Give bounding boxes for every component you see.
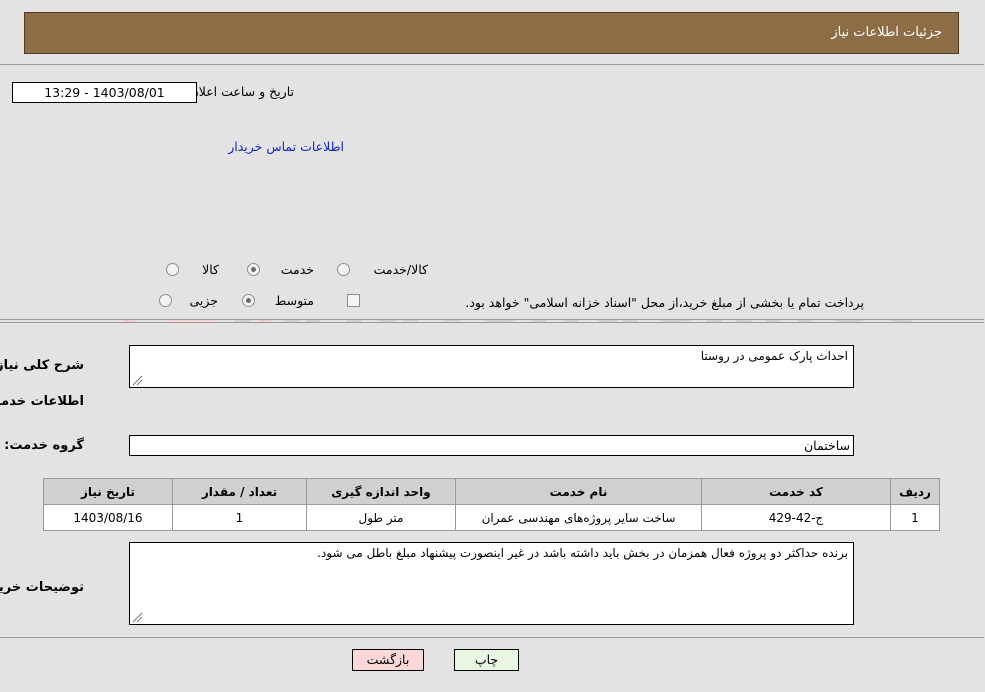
- service-group-label: گروه خدمت:: [5, 438, 85, 453]
- col-need-date: تاریخ نیاز: [44, 478, 174, 505]
- resize-handle-icon[interactable]: [133, 375, 144, 386]
- cell-index: 1: [891, 504, 941, 531]
- services-section-heading: اطلاعات خدمات مورد نیاز: [0, 394, 85, 409]
- print-button[interactable]: چاپ: [455, 649, 520, 671]
- col-unit: واحد اندازه گیری: [307, 478, 457, 505]
- announce-datetime-value: 13:29 - 1403/08/01: [13, 82, 198, 103]
- classification-option-kala-khedmat-label[interactable]: کالا/خدمت: [375, 262, 429, 277]
- radio-purchase-motevaset[interactable]: [243, 294, 256, 307]
- radio-classification-khedmat[interactable]: [248, 263, 261, 276]
- col-quantity: تعداد / مقدار: [173, 478, 308, 505]
- radio-classification-kala[interactable]: [167, 263, 180, 276]
- description-label: شرح کلی نیاز:: [0, 358, 85, 373]
- col-index: ردیف: [891, 478, 941, 505]
- back-button[interactable]: بازگشت: [353, 649, 425, 671]
- services-table: ردیف کد خدمت نام خدمت واحد اندازه گیری ت…: [44, 478, 941, 531]
- cell-quantity: 1: [173, 504, 308, 531]
- footer-bar: چاپ بازگشت: [0, 637, 985, 692]
- buyer-notes-label: توضیحات خریدار:: [0, 580, 85, 595]
- radio-classification-kala-khedmat[interactable]: [338, 263, 351, 276]
- description-value: احداث پارک عمومی در روستا: [701, 349, 849, 363]
- cell-unit: متر طول: [307, 504, 457, 531]
- col-code: کد خدمت: [702, 478, 892, 505]
- radio-purchase-jozi[interactable]: [160, 294, 173, 307]
- page-title: جزئیات اطلاعات نیاز: [832, 25, 943, 40]
- treasury-checkbox-label[interactable]: پرداخت تمام یا بخشی از مبلغ خرید،از محل …: [466, 295, 865, 310]
- purchase-type-option-jozi-label[interactable]: جزیی: [190, 293, 219, 308]
- classification-option-khedmat-label[interactable]: خدمت: [282, 262, 315, 277]
- resize-handle-icon[interactable]: [133, 612, 144, 623]
- buyer-notes-value: برنده حداکثر دو پروژه فعال همزمان در بخش…: [318, 546, 849, 560]
- table-header-row: ردیف کد خدمت نام خدمت واحد اندازه گیری ت…: [44, 478, 941, 505]
- col-name: نام خدمت: [456, 478, 703, 505]
- service-group-value: ساختمان: [130, 435, 855, 456]
- cell-name: ساخت سایر پروژه‌های مهندسی عمران: [456, 504, 703, 531]
- cell-need-date: 1403/08/16: [44, 504, 174, 531]
- page-header: جزئیات اطلاعات نیاز: [25, 12, 960, 54]
- purchase-type-option-motevaset-label[interactable]: متوسط: [276, 293, 315, 308]
- buyer-contact-link[interactable]: اطلاعات تماس خریدار: [229, 139, 345, 154]
- checkbox-islamic-treasury-bills[interactable]: [348, 294, 361, 307]
- table-row: 1 ج-42-429 ساخت سایر پروژه‌های مهندسی عم…: [44, 504, 941, 531]
- classification-option-kala-label[interactable]: کالا: [203, 262, 220, 277]
- description-textarea[interactable]: احداث پارک عمومی در روستا: [130, 345, 855, 388]
- buyer-notes-textarea[interactable]: برنده حداکثر دو پروژه فعال همزمان در بخش…: [130, 542, 855, 625]
- cell-code: ج-42-429: [702, 504, 892, 531]
